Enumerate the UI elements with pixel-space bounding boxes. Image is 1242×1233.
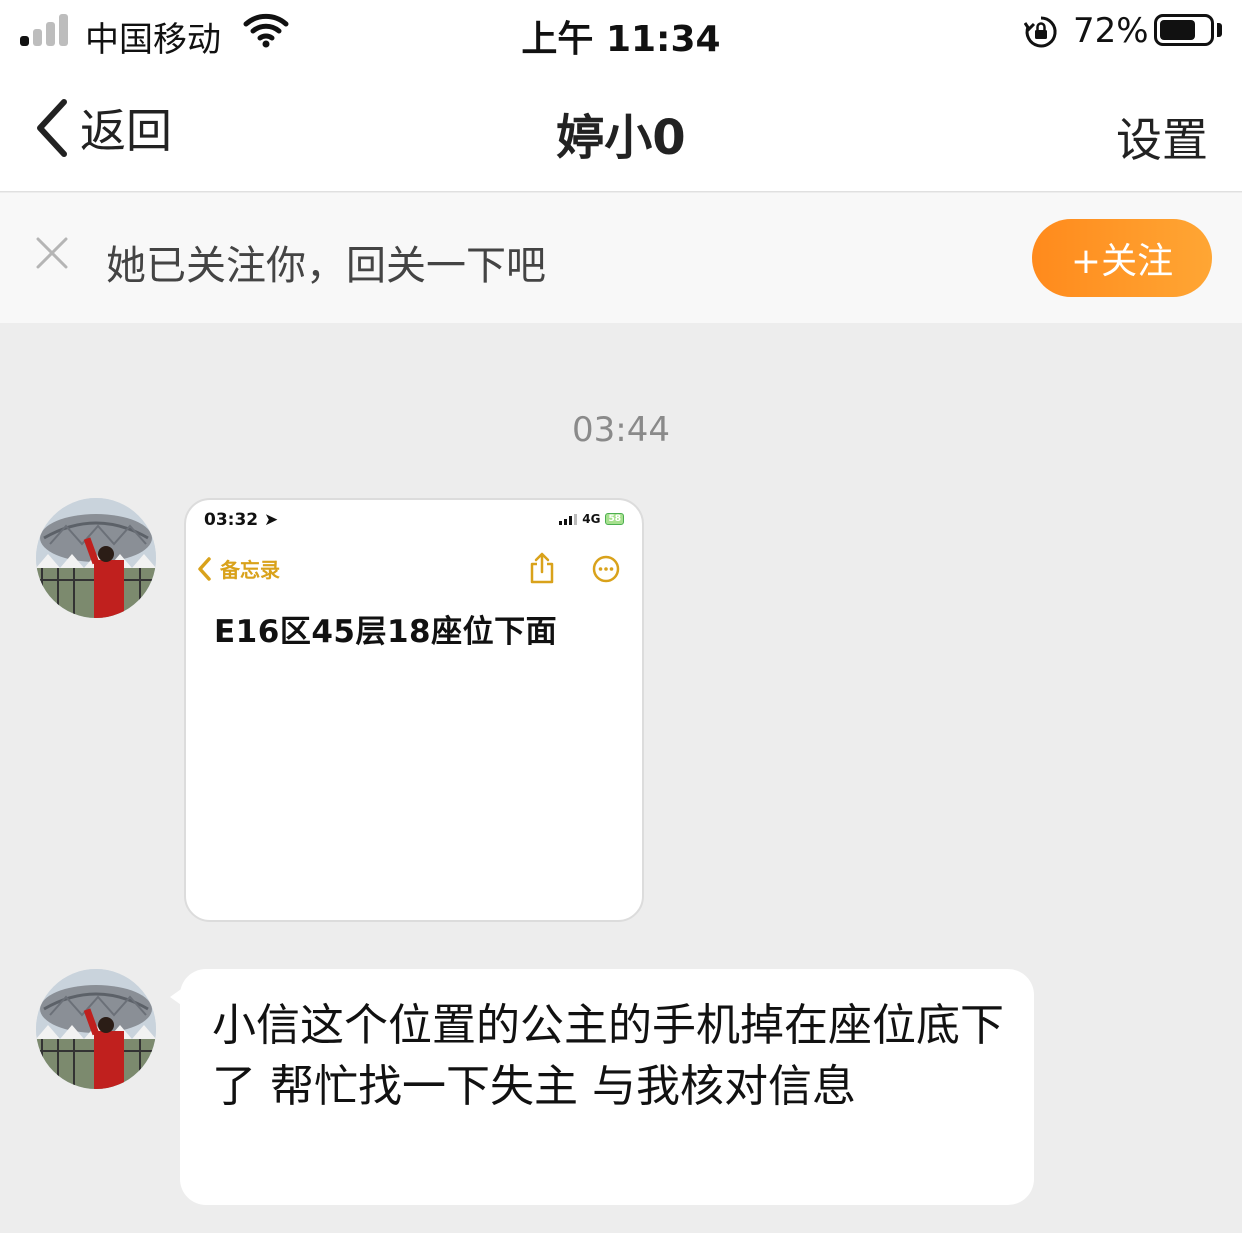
share-icon (530, 552, 554, 584)
message-text: 小信这个位置的公主的手机掉在座位底下了 帮忙找一下失主 与我核对信息 (212, 1000, 1004, 1112)
message-timestamp: 03:44 (572, 410, 670, 450)
note-text: E16区45层18座位下面 (214, 614, 558, 650)
avatar-photo (36, 498, 156, 618)
follow-button[interactable]: +关注 (1032, 219, 1212, 297)
notes-back-label: 备忘录 (220, 558, 280, 582)
more-options-icon (592, 555, 620, 583)
screenshot-battery: 58 (605, 513, 624, 525)
settings-button[interactable]: 设置 (1116, 104, 1208, 170)
battery-icon (1154, 14, 1214, 46)
avatar-photo (36, 969, 156, 1089)
location-arrow-icon: ➤ (264, 510, 279, 530)
follow-back-banner: 她已关注你，回关一下吧 +关注 (0, 193, 1242, 323)
screenshot-time-text: 03:32 (204, 510, 259, 530)
nav-bar: 返回 婷小0 设置 (0, 66, 1242, 192)
screenshot-signal-icon (559, 513, 578, 525)
screenshot-status-icons: 4G 58 (559, 512, 624, 526)
text-message[interactable]: 小信这个位置的公主的手机掉在座位底下了 帮忙找一下失主 与我核对信息 (170, 969, 1034, 1205)
chevron-left-icon (198, 556, 211, 581)
status-bar: 中国移动 上午 11:34 72% (0, 0, 1242, 66)
battery-percent: 72% (1073, 11, 1149, 51)
image-message[interactable]: 03:32 ➤ 4G 58 备忘录 E16区45层18座位下面 (184, 498, 644, 922)
screenshot-status-time: 03:32 ➤ (204, 510, 278, 530)
close-icon[interactable] (34, 235, 70, 271)
rotation-lock-icon (1024, 16, 1057, 48)
avatar[interactable] (36, 498, 156, 618)
battery-tip (1217, 23, 1222, 37)
chat-title: 婷小0 (556, 110, 686, 166)
avatar[interactable] (36, 969, 156, 1089)
screenshot-network: 4G (582, 512, 601, 526)
notes-back-button: 备忘录 (196, 554, 280, 583)
follow-prompt-text: 她已关注你，回关一下吧 (106, 243, 546, 289)
